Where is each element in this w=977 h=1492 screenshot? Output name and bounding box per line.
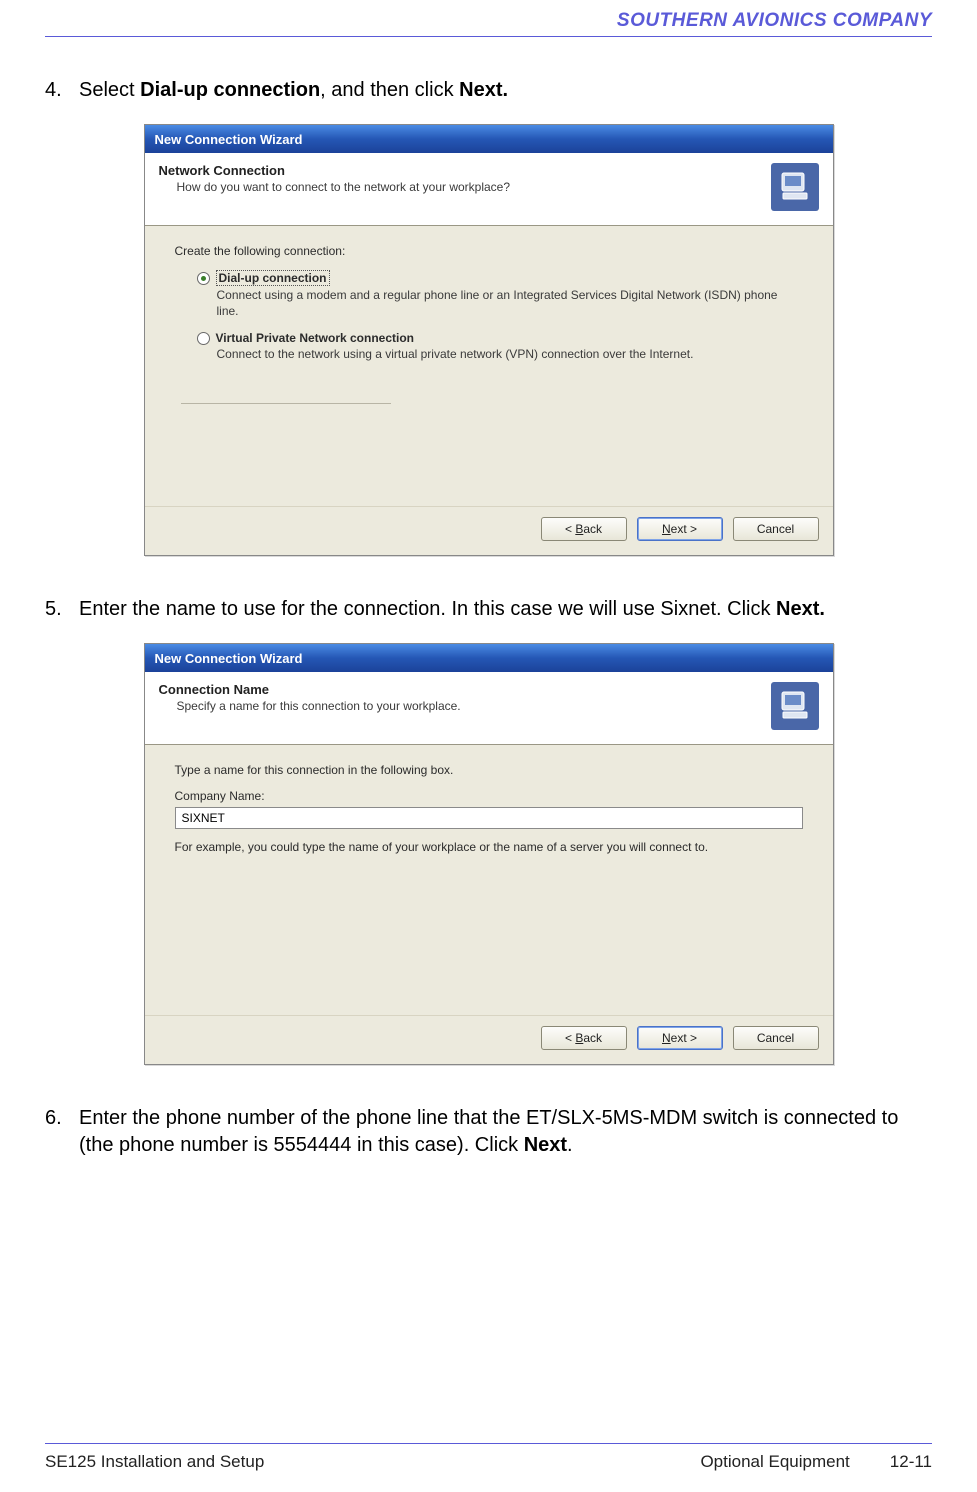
cancel-button[interactable]: Cancel [733, 1026, 819, 1050]
wizard1-titlebar: New Connection Wizard [145, 125, 833, 153]
network-icon [771, 163, 819, 211]
radio-option-dialup[interactable]: Dial-up connection Connect using a modem… [197, 270, 803, 319]
bold-text: Next. [776, 598, 825, 620]
company-name-input[interactable] [175, 807, 803, 829]
text: Enter the name to use for the connection… [79, 598, 776, 620]
footer-center: Optional Equipment [700, 1452, 849, 1472]
separator [181, 403, 391, 404]
wizard2-titlebar: New Connection Wizard [145, 644, 833, 672]
wizard2-window: New Connection Wizard Connection Name Sp… [144, 643, 834, 1065]
footer-page: 12-11 [890, 1452, 932, 1472]
wizard2-buttons: < Back Next > Cancel [145, 1015, 833, 1064]
wizard1-body: Create the following connection: Dial-up… [145, 226, 833, 506]
wizard1-intro: Create the following connection: [175, 244, 803, 258]
wizard2-heading: Connection Name [159, 682, 761, 697]
wizard2-header: Connection Name Specify a name for this … [145, 672, 833, 745]
step-number: 6. [45, 1105, 79, 1159]
text: Select [79, 79, 140, 101]
radio-icon [197, 272, 210, 285]
company-name-label: Company Name: [175, 789, 803, 803]
wizard1-subheading: How do you want to connect to the networ… [159, 180, 761, 194]
step-6: 6. Enter the phone number of the phone l… [45, 1105, 932, 1159]
radio-option-vpn[interactable]: Virtual Private Network connection Conne… [197, 331, 803, 363]
footer-left: SE125 Installation and Setup [45, 1452, 264, 1472]
network-icon [771, 682, 819, 730]
back-button[interactable]: < Back [541, 517, 627, 541]
wizard1-heading: Network Connection [159, 163, 761, 178]
wizard1-header: Network Connection How do you want to co… [145, 153, 833, 226]
radio-label: Dial-up connection [216, 270, 330, 286]
wizard2-intro: Type a name for this connection in the f… [175, 763, 803, 777]
wizard1-window: New Connection Wizard Network Connection… [144, 124, 834, 556]
company-header: SOUTHERN AVIONICS COMPANY [45, 10, 932, 32]
text: , and then click [320, 79, 459, 101]
step-5: 5. Enter the name to use for the connect… [45, 596, 932, 623]
radio-label: Virtual Private Network connection [216, 331, 415, 345]
radio-description: Connect to the network using a virtual p… [197, 347, 803, 363]
step-4: 4. Select Dial-up connection, and then c… [45, 77, 932, 104]
step-number: 4. [45, 77, 79, 104]
bold-text: Dial-up connection [140, 79, 320, 101]
radio-group: Dial-up connection Connect using a modem… [175, 270, 803, 363]
text: Enter the phone number of the phone line… [79, 1107, 898, 1156]
step-number: 5. [45, 596, 79, 623]
page-footer: SE125 Installation and Setup Optional Eq… [45, 1452, 932, 1472]
wizard1-buttons: < Back Next > Cancel [145, 506, 833, 555]
footer-rule [45, 1443, 932, 1444]
radio-icon [197, 332, 210, 345]
wizard2-hint: For example, you could type the name of … [175, 839, 803, 855]
back-button[interactable]: < Back [541, 1026, 627, 1050]
wizard2-subheading: Specify a name for this connection to yo… [159, 699, 761, 713]
next-button[interactable]: Next > [637, 1026, 723, 1050]
bold-text: Next [524, 1134, 567, 1156]
page-content: 4. Select Dial-up connection, and then c… [45, 37, 932, 1159]
step-text: Enter the phone number of the phone line… [79, 1105, 932, 1159]
cancel-button[interactable]: Cancel [733, 517, 819, 541]
wizard2-container: New Connection Wizard Connection Name Sp… [45, 643, 932, 1065]
bold-text: Next. [459, 79, 508, 101]
radio-description: Connect using a modem and a regular phon… [197, 288, 803, 319]
wizard2-body: Type a name for this connection in the f… [145, 745, 833, 1015]
step-text: Select Dial-up connection, and then clic… [79, 77, 932, 104]
step-text: Enter the name to use for the connection… [79, 596, 932, 623]
wizard1-container: New Connection Wizard Network Connection… [45, 124, 932, 556]
next-button[interactable]: Next > [637, 517, 723, 541]
text: . [567, 1134, 573, 1156]
